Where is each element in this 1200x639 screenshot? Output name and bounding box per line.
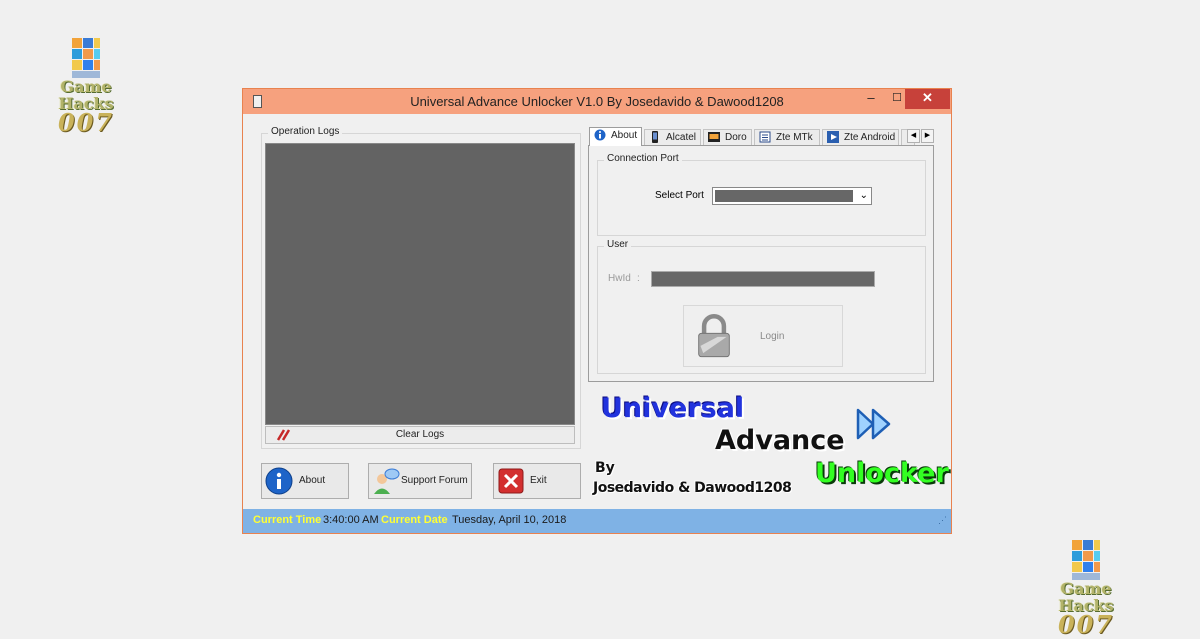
select-port-label: Select Port <box>655 190 704 201</box>
exit-label: Exit <box>530 475 547 486</box>
login-button[interactable]: Login <box>683 305 843 367</box>
status-bar: Current Time 3:40:00 AM Current Date Tue… <box>243 509 951 533</box>
hwid-label: HwId <box>608 273 631 284</box>
play-icon <box>827 131 839 143</box>
tab-zte-android[interactable]: Zte Android <box>822 129 899 145</box>
connection-port-group: Connection Port Select Port ⌄ <box>597 153 926 236</box>
tab-about-label: About <box>611 130 638 141</box>
port-select-value <box>715 190 853 202</box>
chip-icon <box>759 131 771 143</box>
connection-port-label: Connection Port <box>604 153 682 164</box>
cube-icon <box>69 36 103 78</box>
port-select[interactable]: ⌄ <box>712 187 872 205</box>
support-forum-label: Support Forum <box>401 475 468 486</box>
user-group-label: User <box>604 239 632 250</box>
tab-doro-label: Doro <box>725 132 747 143</box>
exit-button[interactable]: Exit <box>493 463 581 499</box>
login-label: Login <box>760 331 785 342</box>
tab-doro[interactable]: Doro <box>703 129 752 145</box>
clear-logs-button[interactable]: Clear Logs <box>265 426 575 444</box>
tab-scroll-left-button[interactable]: ◀ <box>907 129 920 143</box>
current-time-value: 3:40:00 AM <box>323 514 379 526</box>
doro-icon <box>708 132 720 142</box>
window-title: Universal Advance Unlocker V1.0 By Josed… <box>410 94 784 109</box>
close-button[interactable]: ✕ <box>905 89 950 109</box>
watermark-number: 007 <box>1057 610 1115 639</box>
hwid-separator: : <box>637 273 640 284</box>
info-icon <box>265 467 293 495</box>
info-icon <box>594 129 606 141</box>
tab-panel-about: Connection Port Select Port ⌄ User HwId … <box>588 145 934 382</box>
tab-zte-mtk[interactable]: Zte MTk <box>754 129 820 145</box>
watermark-title: Game Hacks <box>58 77 114 113</box>
about-label: About <box>299 475 326 486</box>
tab-zte-android-label: Zte Android <box>844 132 896 143</box>
tab-about[interactable]: About <box>589 127 642 146</box>
operation-logs-textarea[interactable] <box>265 143 575 425</box>
user-group: User HwId : Login <box>597 239 926 374</box>
tab-scroll-right-button[interactable]: ▶ <box>921 129 934 143</box>
tab-alcatel[interactable]: Alcatel <box>644 129 701 145</box>
lock-icon <box>698 313 730 358</box>
logo-authors: Josedavido & Dawood1208 <box>593 480 792 496</box>
close-icon <box>498 468 524 494</box>
app-window: Universal Advance Unlocker V1.0 By Josed… <box>242 88 952 534</box>
title-bar[interactable]: Universal Advance Unlocker V1.0 By Josed… <box>243 89 951 114</box>
users-chat-icon <box>374 468 400 494</box>
tab-zte-mtk-label: Zte MTk <box>776 132 813 143</box>
logo-unlocker: Unlocker <box>815 458 949 489</box>
watermark-logo-top: Game Hacks 007 <box>31 36 141 137</box>
current-time-label: Current Time <box>253 514 322 526</box>
logo-advance: Advance <box>715 425 845 456</box>
logo-universal: Universal <box>601 393 745 424</box>
logo-by: By <box>595 460 615 476</box>
double-arrow-icon <box>856 408 891 440</box>
hwid-field[interactable] <box>651 271 875 287</box>
operation-logs-label: Operation Logs <box>268 126 343 137</box>
support-forum-button[interactable]: Support Forum <box>368 463 472 499</box>
resize-grip-icon[interactable]: ⋰ <box>938 509 947 531</box>
watermark-logo-bottom: Game Hacks 007 <box>1031 538 1141 639</box>
watermark-title: Game Hacks <box>1058 579 1114 615</box>
phone-icon <box>652 131 658 143</box>
tab-alcatel-label: Alcatel <box>666 132 697 143</box>
cube-icon <box>1069 538 1103 580</box>
about-button[interactable]: About <box>261 463 349 499</box>
eraser-icon <box>276 429 291 441</box>
current-date-label: Current Date <box>381 514 448 526</box>
watermark-number: 007 <box>57 108 115 137</box>
minimize-button[interactable]: – <box>857 89 885 109</box>
current-date-value: Tuesday, April 10, 2018 <box>452 514 567 526</box>
chevron-down-icon: ⌄ <box>859 190 868 201</box>
clear-logs-label: Clear Logs <box>395 429 445 440</box>
